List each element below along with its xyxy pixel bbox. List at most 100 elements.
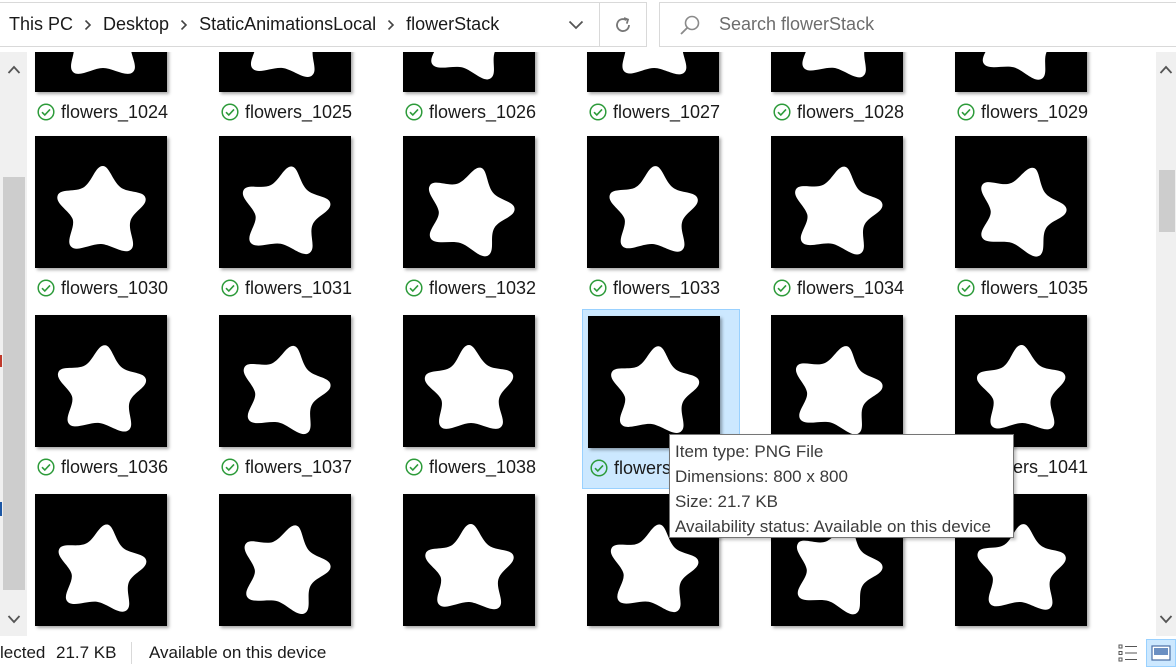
status-divider [131,642,132,664]
refresh-button[interactable] [599,2,647,47]
tooltip-size: Size: 21.7 KB [675,492,779,511]
file-tile[interactable]: flowers_1024 [30,52,188,134]
file-tile[interactable]: flowers_1037 [214,309,372,489]
grid-scrollbar-thumb[interactable] [1159,170,1175,232]
chevron-down-icon[interactable] [553,3,599,46]
file-label[interactable]: flowers_1028 [771,100,921,124]
file-tile[interactable]: flowers_1031 [214,130,372,310]
file-thumbnail[interactable] [771,136,903,268]
available-check-icon [590,459,608,477]
file-thumbnail[interactable] [403,52,535,92]
file-label[interactable]: flowers_1025 [219,100,369,124]
file-label[interactable]: flowers_1035 [955,276,1105,300]
file-label[interactable]: flowers_1026 [403,100,553,124]
search-input[interactable] [719,14,1139,35]
nav-scroll-up-icon[interactable] [1,57,27,83]
flower-image [243,346,331,435]
breadcrumb-separator-icon[interactable] [384,15,398,35]
flower-image [424,345,514,429]
file-thumbnail[interactable] [955,136,1087,268]
file-thumbnail[interactable] [35,315,167,447]
file-thumbnail[interactable] [771,52,903,92]
flower-image [611,346,700,433]
file-tile[interactable]: flowers_1035 [950,130,1108,310]
file-tile[interactable]: flowers_1028 [766,52,924,134]
file-tile[interactable]: flowers_1036 [30,309,188,489]
file-tile[interactable]: flowers_1030 [30,130,188,310]
file-thumbnail[interactable] [35,494,167,626]
nav-scroll-down-icon[interactable] [1,606,27,632]
breadcrumb-separator-icon[interactable] [81,15,95,35]
flower-image [242,166,331,255]
file-label[interactable]: flowers_1038 [403,455,553,479]
file-thumbnail[interactable] [403,136,535,268]
search-box[interactable] [659,2,1176,47]
file-thumbnail[interactable] [587,136,719,268]
details-view-button[interactable] [1116,641,1140,665]
status-selected-count: lected [0,643,46,662]
flower-image [977,345,1066,430]
file-thumbnail[interactable] [219,136,351,268]
available-check-icon [589,279,607,297]
file-tile[interactable]: flowers_1038 [398,309,556,489]
file-label[interactable]: flowers_1027 [587,100,737,124]
flower-image [58,524,147,612]
file-thumbnail[interactable] [35,136,167,268]
file-tile[interactable] [214,488,372,636]
file-tile[interactable]: flowers_1032 [398,130,556,310]
file-thumbnail[interactable] [588,316,720,448]
file-thumbnail[interactable] [955,52,1087,92]
top-bar: This PC Desktop StaticAnimationsLocal fl… [0,0,1176,52]
file-thumbnail[interactable] [219,494,351,626]
available-check-icon [405,279,423,297]
grid-scroll-up-icon[interactable] [1156,57,1176,83]
file-tile[interactable]: flowers_1027 [582,52,740,134]
file-tile[interactable]: flowers_1033 [582,130,740,310]
details-view-icon [1118,644,1137,662]
breadcrumb-this-pc[interactable]: This PC [0,14,81,35]
breadcrumb-flowerstack[interactable]: flowerStack [398,14,507,35]
file-label[interactable]: flowers_1037 [219,455,369,479]
file-tile[interactable]: flowers_1025 [214,52,372,134]
file-thumbnail[interactable] [771,315,903,447]
grid-scrollbar-track[interactable] [1156,52,1176,636]
file-tile[interactable] [30,488,188,636]
file-label[interactable]: flowers_1034 [771,276,921,300]
file-label[interactable]: flowers_1032 [403,276,553,300]
file-label[interactable]: flowers_1029 [955,100,1105,124]
file-label[interactable]: flowers_1031 [219,276,369,300]
flower-image [428,167,515,257]
flower-image [71,52,135,74]
file-thumbnail[interactable] [955,315,1087,447]
flower-image [609,52,698,75]
file-label[interactable]: flowers_1033 [587,276,737,300]
file-thumbnail[interactable] [587,52,719,92]
flower-image [57,345,147,432]
file-tile[interactable]: flowers_1034 [766,130,924,310]
file-label[interactable]: flowers_1030 [35,276,185,300]
file-tile[interactable]: flowers_1029 [950,52,1108,134]
nav-pane-edge-mark [0,502,2,516]
file-label[interactable]: flowers_1036 [35,455,185,479]
nav-scrollbar-thumb[interactable] [3,177,25,590]
file-tile[interactable]: flowers_1026 [398,52,556,134]
breadcrumb-staticanimationslocal[interactable]: StaticAnimationsLocal [191,14,384,35]
flower-image [242,52,331,77]
flower-image [795,166,883,255]
breadcrumb-separator-icon[interactable] [177,15,191,35]
breadcrumb-desktop[interactable]: Desktop [95,14,177,35]
large-icons-view-button[interactable] [1146,639,1176,667]
file-label[interactable]: flowers_1024 [35,100,185,124]
file-name: flowers_1034 [797,277,905,298]
file-tile[interactable] [398,488,556,636]
grid-scroll-down-icon[interactable] [1156,606,1176,632]
file-name: flowers_1030 [61,277,169,298]
file-name: flowers_1026 [429,101,537,122]
file-name: flowers_1025 [245,101,353,122]
file-thumbnail[interactable] [403,494,535,626]
address-bar[interactable]: This PC Desktop StaticAnimationsLocal fl… [0,2,600,47]
file-thumbnail[interactable] [219,315,351,447]
file-thumbnail[interactable] [219,52,351,92]
file-thumbnail[interactable] [403,315,535,447]
file-thumbnail[interactable] [35,52,167,92]
